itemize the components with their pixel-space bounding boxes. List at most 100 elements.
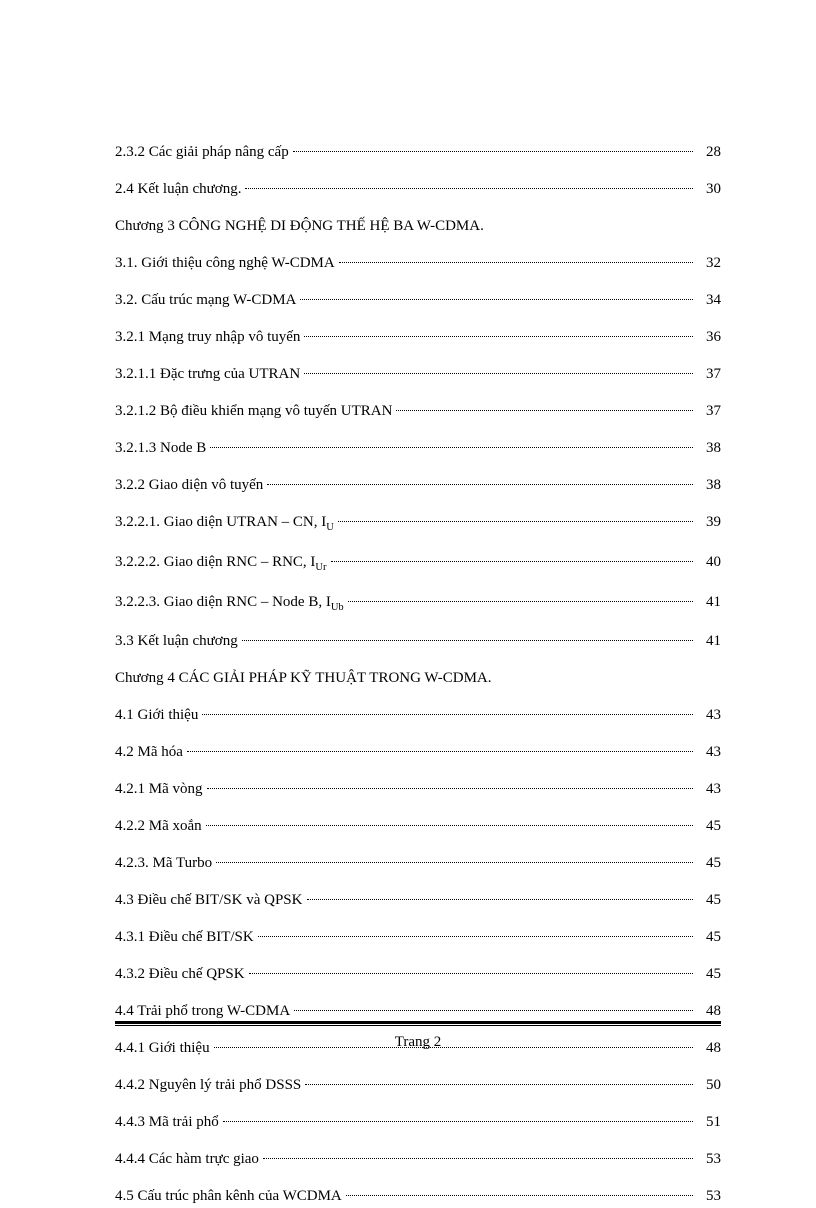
toc-entry: 4.2.1 Mã vòng 43 — [115, 777, 721, 801]
toc-dot-leader — [202, 714, 693, 715]
toc-entry: 4.4.4 Các hàm trực giao 53 — [115, 1147, 721, 1171]
toc-entry-page: 45 — [697, 851, 721, 875]
toc-entry-page: 41 — [697, 629, 721, 653]
toc-entry: 3.1. Giới thiệu công nghệ W-CDMA 32 — [115, 251, 721, 275]
toc-chapter-heading: Chương 4 CÁC GIẢI PHÁP KỸ THUẬT TRONG W-… — [115, 666, 721, 690]
footer-rule — [115, 1021, 721, 1026]
toc-entry: 4.3 Điều chế BIT/SK và QPSK 45 — [115, 888, 721, 912]
toc-entry-page: 43 — [697, 703, 721, 727]
toc-entry: 4.1 Giới thiệu 43 — [115, 703, 721, 727]
toc-dot-leader — [249, 973, 693, 974]
toc-entry-page: 48 — [697, 999, 721, 1023]
toc-dot-leader — [346, 1195, 693, 1196]
toc-entry: 4.2.2 Mã xoắn 45 — [115, 814, 721, 838]
toc-entry: 3.2.2.2. Giao diện RNC – RNC, IUr 40 — [115, 550, 721, 577]
toc-entry-label: 3.2.2.2. Giao diện RNC – RNC, IUr — [115, 550, 327, 577]
toc-entry-label: 3.2.1 Mạng truy nhập vô tuyến — [115, 325, 300, 349]
toc-dot-leader — [300, 299, 693, 300]
toc-entry-label: 4.5 Cấu trúc phân kênh của WCDMA — [115, 1184, 342, 1208]
toc-entry-page: 34 — [697, 288, 721, 312]
toc-dot-leader — [294, 1010, 693, 1011]
toc-entry-page: 41 — [697, 590, 721, 614]
toc-entry-label: 4.2 Mã hóa — [115, 740, 183, 764]
toc-entry-label: 4.2.1 Mã vòng — [115, 777, 203, 801]
toc-entry-page: 53 — [697, 1147, 721, 1171]
toc-dot-leader — [242, 640, 693, 641]
toc-entry-label: 4.2.3. Mã Turbo — [115, 851, 212, 875]
toc-entry: 3.2.2.3. Giao diện RNC – Node B, IUb 41 — [115, 590, 721, 617]
toc-entry: 4.2.3. Mã Turbo 45 — [115, 851, 721, 875]
toc-entry-label: 4.3.1 Điều chế BIT/SK — [115, 925, 254, 949]
toc-entry: 4.4 Trải phổ trong W-CDMA 48 — [115, 999, 721, 1023]
toc-entry-page: 32 — [697, 251, 721, 275]
toc-entry: 4.4.2 Nguyên lý trải phổ DSSS 50 — [115, 1073, 721, 1097]
toc-entry: 3.2.1.2 Bộ điều khiển mạng vô tuyến UTRA… — [115, 399, 721, 423]
toc-entry-label: 4.2.2 Mã xoắn — [115, 814, 202, 838]
toc-entry-label: 3.2.1.1 Đặc trưng của UTRAN — [115, 362, 300, 386]
toc-entry-page: 38 — [697, 473, 721, 497]
toc-dot-leader — [348, 601, 693, 602]
toc-entry-page: 39 — [697, 510, 721, 534]
toc-entry: 3.2.1.3 Node B 38 — [115, 436, 721, 460]
toc-dot-leader — [338, 521, 693, 522]
toc-dot-leader — [339, 262, 693, 263]
toc-entry-page: 36 — [697, 325, 721, 349]
toc-entry-page: 51 — [697, 1110, 721, 1134]
toc-entry: 3.3 Kết luận chương 41 — [115, 629, 721, 653]
toc-entry-label: 3.1. Giới thiệu công nghệ W-CDMA — [115, 251, 335, 275]
toc-entry-page: 40 — [697, 550, 721, 574]
toc-dot-leader — [216, 862, 693, 863]
toc-entry-label: 3.3 Kết luận chương — [115, 629, 238, 653]
toc-entry-page: 28 — [697, 140, 721, 164]
toc-entry-page: 38 — [697, 436, 721, 460]
toc-entry: 3.2. Cấu trúc mạng W-CDMA 34 — [115, 288, 721, 312]
toc-entry-page: 37 — [697, 362, 721, 386]
toc-entry-label: 3.2.2 Giao diện vô tuyến — [115, 473, 263, 497]
toc-entry-label: 4.4 Trải phổ trong W-CDMA — [115, 999, 290, 1023]
toc-entry: 4.2 Mã hóa 43 — [115, 740, 721, 764]
toc-entry-label: 4.4.3 Mã trải phổ — [115, 1110, 219, 1134]
toc-entry: 4.3.1 Điều chế BIT/SK 45 — [115, 925, 721, 949]
toc-entry: 4.4.3 Mã trải phổ 51 — [115, 1110, 721, 1134]
toc-chapter-heading: Chương 3 CÔNG NGHỆ DI ĐỘNG THẾ HỆ BA W-C… — [115, 214, 721, 238]
toc-dot-leader — [207, 788, 694, 789]
toc-entry-page: 30 — [697, 177, 721, 201]
toc-entry: 3.2.1.1 Đặc trưng của UTRAN 37 — [115, 362, 721, 386]
toc-entry-label: 4.4.4 Các hàm trực giao — [115, 1147, 259, 1171]
toc-entry-subscript: U — [326, 522, 334, 533]
toc-entry: 2.4 Kết luận chương. 30 — [115, 177, 721, 201]
page-footer: Trang 2 — [115, 1021, 721, 1051]
toc-entry: 4.5 Cấu trúc phân kênh của WCDMA 53 — [115, 1184, 721, 1208]
toc-dot-leader — [210, 447, 693, 448]
toc-dot-leader — [304, 336, 693, 337]
toc-dot-leader — [304, 373, 693, 374]
toc-entry-page: 37 — [697, 399, 721, 423]
toc-dot-leader — [223, 1121, 693, 1122]
toc-entry: 2.3.2 Các giải pháp nâng cấp 28 — [115, 140, 721, 164]
toc-entry-page: 50 — [697, 1073, 721, 1097]
toc-entry-label: 3.2.1.3 Node B — [115, 436, 206, 460]
toc-entry-label: 3.2. Cấu trúc mạng W-CDMA — [115, 288, 296, 312]
toc-entry-label: 4.3.2 Điều chế QPSK — [115, 962, 245, 986]
toc-dot-leader — [331, 561, 693, 562]
toc-dot-leader — [258, 936, 693, 937]
toc-dot-leader — [293, 151, 693, 152]
toc-entry-label: 2.3.2 Các giải pháp nâng cấp — [115, 140, 289, 164]
toc-entry-label: 3.2.1.2 Bộ điều khiển mạng vô tuyến UTRA… — [115, 399, 392, 423]
toc-entry-label: 2.4 Kết luận chương. — [115, 177, 241, 201]
toc-entry: 3.2.1 Mạng truy nhập vô tuyến 36 — [115, 325, 721, 349]
toc-entry-subscript: Ur — [315, 562, 326, 573]
toc-entry-label: 4.1 Giới thiệu — [115, 703, 198, 727]
toc-entry-label: 4.4.2 Nguyên lý trải phổ DSSS — [115, 1073, 301, 1097]
toc-entry-label: 3.2.2.1. Giao diện UTRAN – CN, IU — [115, 510, 334, 537]
footer-page-number: Trang 2 — [115, 1034, 721, 1051]
toc-dot-leader — [187, 751, 693, 752]
toc-entry-page: 43 — [697, 777, 721, 801]
toc-entry-page: 45 — [697, 814, 721, 838]
toc-dot-leader — [396, 410, 693, 411]
toc-entry-page: 45 — [697, 962, 721, 986]
toc-dot-leader — [206, 825, 693, 826]
toc-entry-page: 45 — [697, 925, 721, 949]
toc-entry-page: 45 — [697, 888, 721, 912]
toc-entry: 3.2.2 Giao diện vô tuyến 38 — [115, 473, 721, 497]
